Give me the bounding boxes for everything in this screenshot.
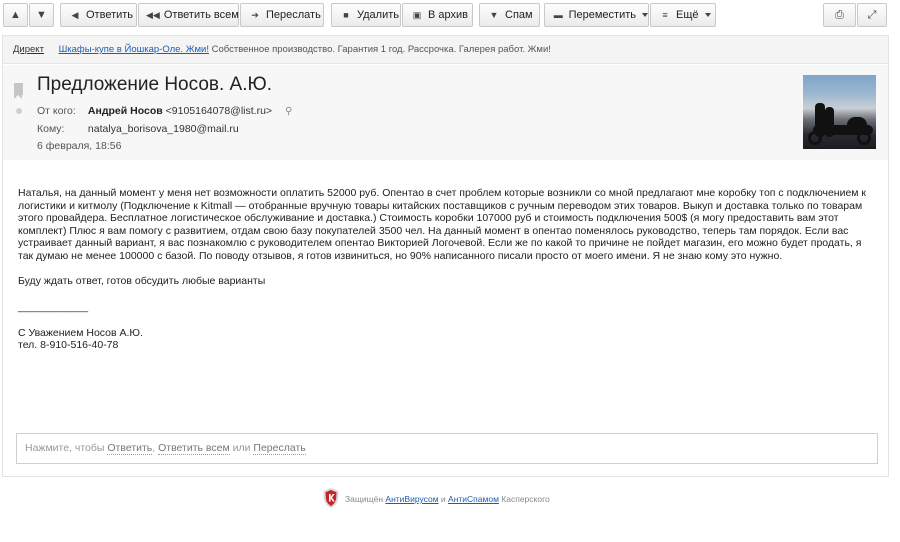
recipient-email[interactable]: natalya_borisova_1980@mail.ru <box>88 123 239 135</box>
quick-reply-link[interactable]: Ответить <box>107 442 153 455</box>
ad-text: Собственное производство. Гарантия 1 год… <box>211 44 551 55</box>
reply-all-icon: ◀◀ <box>146 9 160 20</box>
sender-name[interactable]: Андрей Носов <box>88 105 163 117</box>
kaspersky-shield-icon <box>323 488 339 508</box>
signature-divider: ____________ <box>18 301 89 314</box>
thumbs-down-icon: ▼ <box>489 10 499 20</box>
arrow-down-icon: ▼ <box>36 9 47 21</box>
menu-icon: ≡ <box>662 10 668 20</box>
from-row: От кого: Андрей Носов <9105164078@list.r… <box>37 105 292 117</box>
arrow-up-icon: ▲ <box>10 9 21 21</box>
footer: Защищён АнтиВирусом и АнтиСпамом Касперс… <box>0 487 900 508</box>
print-button[interactable]: ⎙ <box>823 3 856 27</box>
quick-forward-link[interactable]: Переслать <box>253 442 306 455</box>
more-button[interactable]: ≡ Ещё <box>650 3 716 27</box>
ad-link[interactable]: Шкафы-купе в Йошкар-Оле. Жми! <box>59 44 209 55</box>
footer-text: Защищён АнтиВирусом и АнтиСпамом Касперс… <box>345 494 550 504</box>
move-button[interactable]: ▬ Переместить <box>544 3 649 27</box>
folder-icon: ▬ <box>553 10 563 20</box>
toolbar: ▲ ▼ ◀ Ответить ◀◀ Ответить всем ➔ Пересл… <box>0 0 900 30</box>
message-date: 6 февраля, 18:56 <box>37 140 122 152</box>
trash-icon: ■ <box>343 10 349 20</box>
forward-button[interactable]: ➔ Переслать <box>240 3 324 27</box>
to-row: Кому: natalya_borisova_1980@mail.ru <box>37 123 239 135</box>
forward-icon: ➔ <box>251 9 259 20</box>
read-status-icon[interactable] <box>16 108 22 114</box>
reply-prompt: Нажмите, чтобы <box>25 442 105 454</box>
chevron-down-icon <box>704 13 711 17</box>
spam-button[interactable]: ▼ Спам <box>479 3 540 27</box>
search-icon[interactable]: ⚲ <box>285 106 292 117</box>
archive-button[interactable]: ▣ В архив <box>402 3 473 27</box>
signature: С Уважением Носов А.Ю. тел. 8-910-516-40… <box>18 326 143 352</box>
expand-icon: ⤢ <box>867 8 877 21</box>
message-header: Предложение Носов. А.Ю. От кого: Андрей … <box>3 65 888 160</box>
from-label: От кого: <box>37 105 76 117</box>
sender-email[interactable]: <9105164078@list.ru> <box>166 105 272 117</box>
delete-button[interactable]: ■ Удалить <box>331 3 401 27</box>
antispam-link[interactable]: АнтиСпамом <box>448 494 499 504</box>
quick-reply-all-link[interactable]: Ответить всем <box>158 442 230 455</box>
to-label: Кому: <box>37 123 65 135</box>
expand-button[interactable]: ⤢ <box>857 3 887 27</box>
message-subject: Предложение Носов. А.Ю. <box>37 74 272 95</box>
avatar[interactable] <box>803 75 876 149</box>
reply-icon: ◀ <box>71 9 79 20</box>
previous-message-button[interactable]: ▲ <box>3 3 28 27</box>
next-message-button[interactable]: ▼ <box>29 3 54 27</box>
body-paragraph: Буду ждать ответ, готов обсудить любые в… <box>18 274 266 287</box>
ad-bar: Директ Шкафы-купе в Йошкар-Оле. Жми! Соб… <box>3 36 888 64</box>
ad-tag[interactable]: Директ <box>13 44 44 55</box>
chevron-down-icon <box>642 13 648 17</box>
reply-button[interactable]: ◀ Ответить <box>60 3 137 27</box>
bookmark-icon[interactable] <box>14 83 23 99</box>
reply-all-button[interactable]: ◀◀ Ответить всем <box>138 3 239 27</box>
archive-icon: ▣ <box>412 9 422 20</box>
antivirus-link[interactable]: АнтиВирусом <box>385 494 438 504</box>
message-body: Наталья, на данный момент у меня нет воз… <box>18 187 876 352</box>
body-paragraph: Наталья, на данный момент у меня нет воз… <box>18 187 869 262</box>
message-panel: Директ Шкафы-купе в Йошкар-Оле. Жми! Соб… <box>2 35 889 477</box>
quick-reply-box[interactable]: Нажмите, чтобы Ответить, Ответить всем и… <box>16 433 878 464</box>
print-icon: ⎙ <box>835 8 844 21</box>
